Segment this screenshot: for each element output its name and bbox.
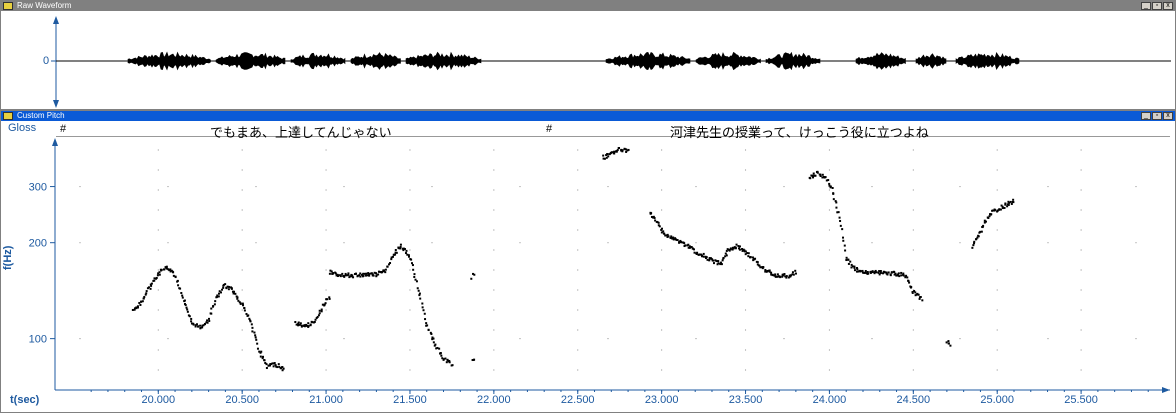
y-axis-label: f(Hz) xyxy=(2,245,14,270)
waveform-axis-arrow-bottom xyxy=(53,100,59,108)
waveform-plot[interactable] xyxy=(1,12,1175,110)
waveform-title: Raw Waveform xyxy=(17,1,72,10)
window-controls: _ ▫ x xyxy=(1141,2,1173,10)
waveform-burst xyxy=(405,51,482,71)
pitch-titlebar[interactable]: Custom Pitch _ ▫ x xyxy=(1,111,1175,121)
waveform-burst xyxy=(855,52,906,70)
waveform-burst xyxy=(215,52,286,70)
close-button[interactable]: x xyxy=(1163,2,1173,10)
restore-button[interactable]: ▫ xyxy=(1152,2,1162,10)
window-icon[interactable] xyxy=(3,2,13,10)
x-axis-label: t(sec) xyxy=(10,394,40,406)
waveform-titlebar[interactable]: Raw Waveform _ ▫ x xyxy=(1,1,1175,11)
minimize-button[interactable]: _ xyxy=(1141,112,1151,120)
gloss-marker[interactable]: # xyxy=(546,123,552,135)
waveform-burst xyxy=(955,51,1020,71)
window-icon[interactable] xyxy=(3,112,13,120)
waveform-burst xyxy=(695,51,761,71)
gloss-label: Gloss xyxy=(8,122,37,134)
gloss-text[interactable]: でもまあ、上達してんじゃない xyxy=(210,122,392,141)
waveform-burst xyxy=(290,52,346,70)
restore-button[interactable]: ▫ xyxy=(1152,112,1162,120)
waveform-burst xyxy=(605,51,691,71)
pitch-window: Custom Pitch _ ▫ x xyxy=(0,110,1176,413)
waveform-burst xyxy=(915,53,947,69)
waveform-burst xyxy=(127,51,211,71)
waveform-axis-arrow-top xyxy=(53,16,59,24)
pitch-title: Custom Pitch xyxy=(17,111,65,120)
waveform-window: Raw Waveform _ ▫ x 0 xyxy=(0,0,1176,110)
waveform-burst xyxy=(350,52,401,70)
gloss-text[interactable]: 河津先生の授業って、けっこう役に立つよね xyxy=(670,122,929,141)
minimize-button[interactable]: _ xyxy=(1141,2,1151,10)
gloss-marker[interactable]: # xyxy=(60,123,66,135)
window-controls: _ ▫ x xyxy=(1141,112,1173,120)
close-button[interactable]: x xyxy=(1163,112,1173,120)
waveform-burst xyxy=(765,51,821,71)
